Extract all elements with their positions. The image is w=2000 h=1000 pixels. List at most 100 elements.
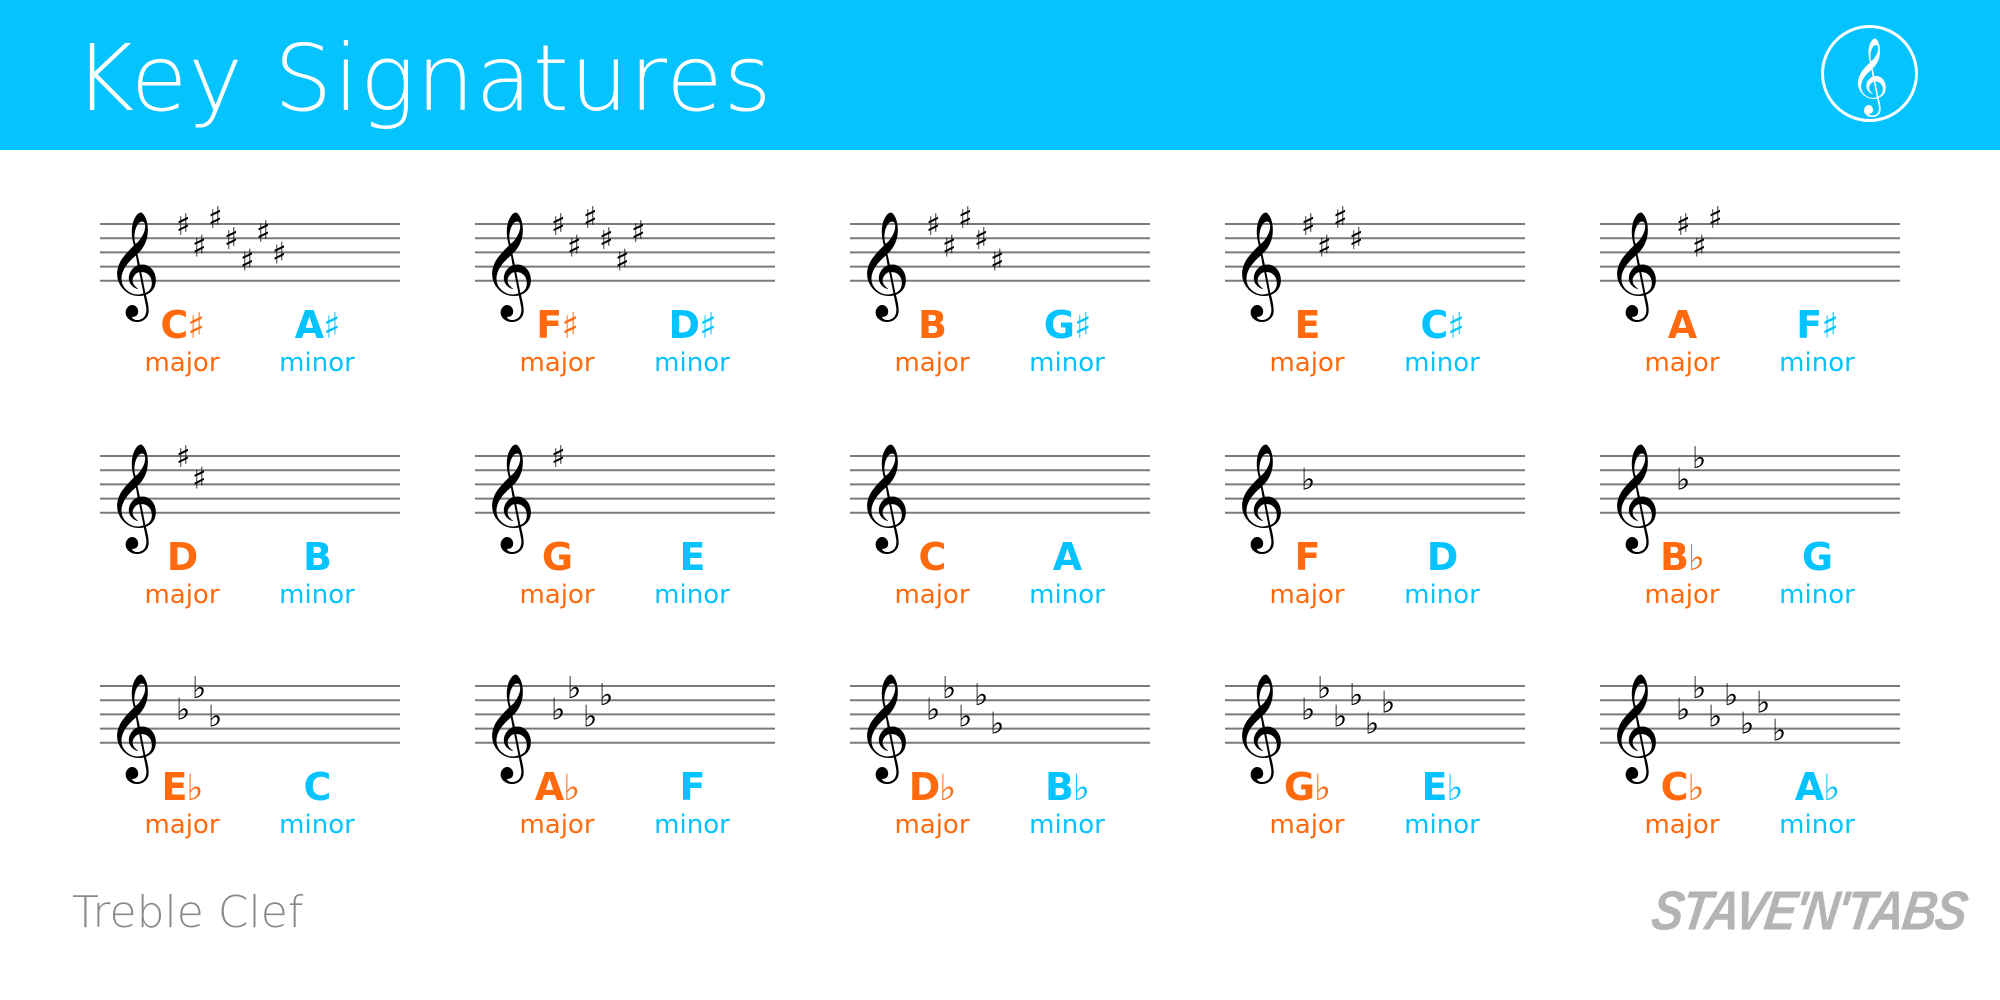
minor-key-label-name: B <box>252 536 382 580</box>
sharp-icon: ♯ <box>926 208 941 243</box>
minor-key-label-name: G <box>1752 536 1882 580</box>
staff: 𝄞 ♭♭♭♭ <box>475 671 775 784</box>
key-signature-card: 𝄞 ♯ ♯ ♯ ♯ Emajor C♯ minor <box>1225 196 1535 416</box>
key-signature-card: 𝄞 ♭ ♭ ♭ ♭ A♭ major Fminor <box>475 658 785 878</box>
major-key-label-mode: major <box>1269 580 1345 610</box>
minor-key-label: Eminor <box>627 536 757 610</box>
minor-key-label: Aminor <box>1002 536 1132 610</box>
key-accidental: ♯ <box>699 306 716 347</box>
flat-icon: ♭ <box>1333 700 1347 735</box>
flat-icon: ♭ <box>1740 707 1754 742</box>
minor-key-label-name: F♯ <box>1752 304 1882 348</box>
sharp-icon: ♯ <box>208 201 223 236</box>
minor-key-label: E♭ minor <box>1377 766 1507 840</box>
flat-icon: ♭ <box>1676 692 1690 727</box>
key-letter: B <box>1045 765 1074 809</box>
key-accidental: ♭ <box>939 768 956 809</box>
key-letter: A <box>1667 303 1697 347</box>
minor-key-label-mode: minor <box>1404 348 1480 378</box>
flat-icon: ♭ <box>926 692 940 727</box>
sharp-icon: ♯ <box>599 222 614 257</box>
key-accidental: ♭ <box>186 768 203 809</box>
major-key-label: C♯ major <box>117 304 247 378</box>
key-letter: A <box>534 765 564 809</box>
minor-key-label-mode: minor <box>654 580 730 610</box>
key-letter: F <box>1294 535 1321 579</box>
flat-icon: ♭ <box>974 678 988 713</box>
key-letter: F <box>679 765 706 809</box>
major-key-label-name: F <box>1242 536 1372 580</box>
major-key-label-name: G <box>492 536 622 580</box>
major-key-label-mode: major <box>519 348 595 378</box>
clef-label: Treble Clef <box>72 887 304 938</box>
key-letter: A <box>1052 535 1082 579</box>
minor-key-label-mode: minor <box>654 810 730 840</box>
flat-icon: ♭ <box>1692 671 1706 706</box>
major-key-label: Cmajor <box>867 536 997 610</box>
sharp-icon: ♯ <box>567 229 582 264</box>
major-key-label: F♯ major <box>492 304 622 378</box>
minor-key-label: A♯ minor <box>252 304 382 378</box>
key-letter: G <box>1801 535 1833 579</box>
key-accidental: ♯ <box>561 306 578 347</box>
minor-key-label-name: A♭ <box>1752 766 1882 810</box>
key-letter: D <box>908 765 941 809</box>
staff: 𝄞 ♭♭♭♭♭♭♭ <box>1600 671 1900 784</box>
staff: 𝄞 ♭♭ <box>1600 441 1900 554</box>
staff: 𝄞 ♯♯ <box>100 440 400 554</box>
key-signature-card: 𝄞 ♯ ♯ ♯ ♯ ♯ Bmajor G♯ minor <box>850 196 1160 416</box>
minor-key-label: B♭ minor <box>1002 766 1132 840</box>
sharp-icon: ♯ <box>974 222 989 257</box>
minor-key-label-name: A♯ <box>252 304 382 348</box>
major-key-label-name: C <box>867 536 997 580</box>
minor-key-label-mode: minor <box>1779 348 1855 378</box>
flat-icon: ♭ <box>1692 441 1706 476</box>
minor-key-label-mode: minor <box>1029 580 1105 610</box>
key-accidental: ♭ <box>1687 538 1705 579</box>
staff: 𝄞 ♭♭♭♭♭♭ <box>1225 671 1525 784</box>
major-key-label-name: F♯ <box>492 304 622 348</box>
sharp-icon: ♯ <box>192 229 207 264</box>
major-key-label-name: D♭ <box>867 766 997 810</box>
sharp-icon: ♯ <box>176 440 191 475</box>
key-letter: E <box>679 535 706 579</box>
major-key-label: Fmajor <box>1242 536 1372 610</box>
minor-key-label-name: D <box>1377 536 1507 580</box>
key-letter: D <box>668 303 701 347</box>
flat-icon: ♭ <box>942 671 956 706</box>
flat-icon: ♭ <box>583 700 597 735</box>
sharp-icon: ♯ <box>1333 201 1348 236</box>
minor-key-label-mode: minor <box>1404 810 1480 840</box>
minor-key-label-mode: minor <box>279 810 355 840</box>
minor-key-label: F♯ minor <box>1752 304 1882 378</box>
flat-icon: ♭ <box>958 700 972 735</box>
key-signature-card: 𝄞 ♯ ♯ ♯ ♯ ♯ ♯ F♯ major D♯ minor <box>475 196 785 416</box>
sharp-icon: ♯ <box>192 461 207 496</box>
key-signature-card: 𝄞 ♭ ♭ ♭ E♭ major Cminor <box>100 658 410 878</box>
major-key-label-mode: major <box>144 810 220 840</box>
minor-key-label-name: D♯ <box>627 304 757 348</box>
major-key-label-name: G♭ <box>1242 766 1372 810</box>
key-accidental: ♯ <box>1073 306 1091 347</box>
minor-key-label: Gminor <box>1752 536 1882 610</box>
minor-key-label: C♯ minor <box>1377 304 1507 378</box>
sharp-icon: ♯ <box>1301 208 1316 243</box>
sharp-icon: ♯ <box>272 236 287 271</box>
key-signature-card: 𝄞 ♯ ♯ Dmajor Bminor <box>100 428 410 648</box>
sharp-icon: ♯ <box>990 244 1005 279</box>
minor-key-label-mode: minor <box>279 580 355 610</box>
flat-icon: ♭ <box>990 707 1004 742</box>
major-key-label-mode: major <box>894 810 970 840</box>
key-accidental: ♭ <box>563 768 580 809</box>
staff: 𝄞 ♯♯♯♯♯ <box>850 201 1150 322</box>
flat-icon: ♭ <box>1301 462 1315 497</box>
major-key-label-mode: major <box>519 580 595 610</box>
key-accidental: ♭ <box>1314 768 1331 809</box>
sharp-icon: ♯ <box>1349 222 1364 257</box>
sharp-icon: ♯ <box>224 222 239 257</box>
minor-key-label: Bminor <box>252 536 382 610</box>
major-key-label: C♭ major <box>1617 766 1747 840</box>
minor-key-label-name: G♯ <box>1002 304 1132 348</box>
key-letter: A <box>294 303 324 347</box>
key-letter: D <box>1426 535 1459 579</box>
